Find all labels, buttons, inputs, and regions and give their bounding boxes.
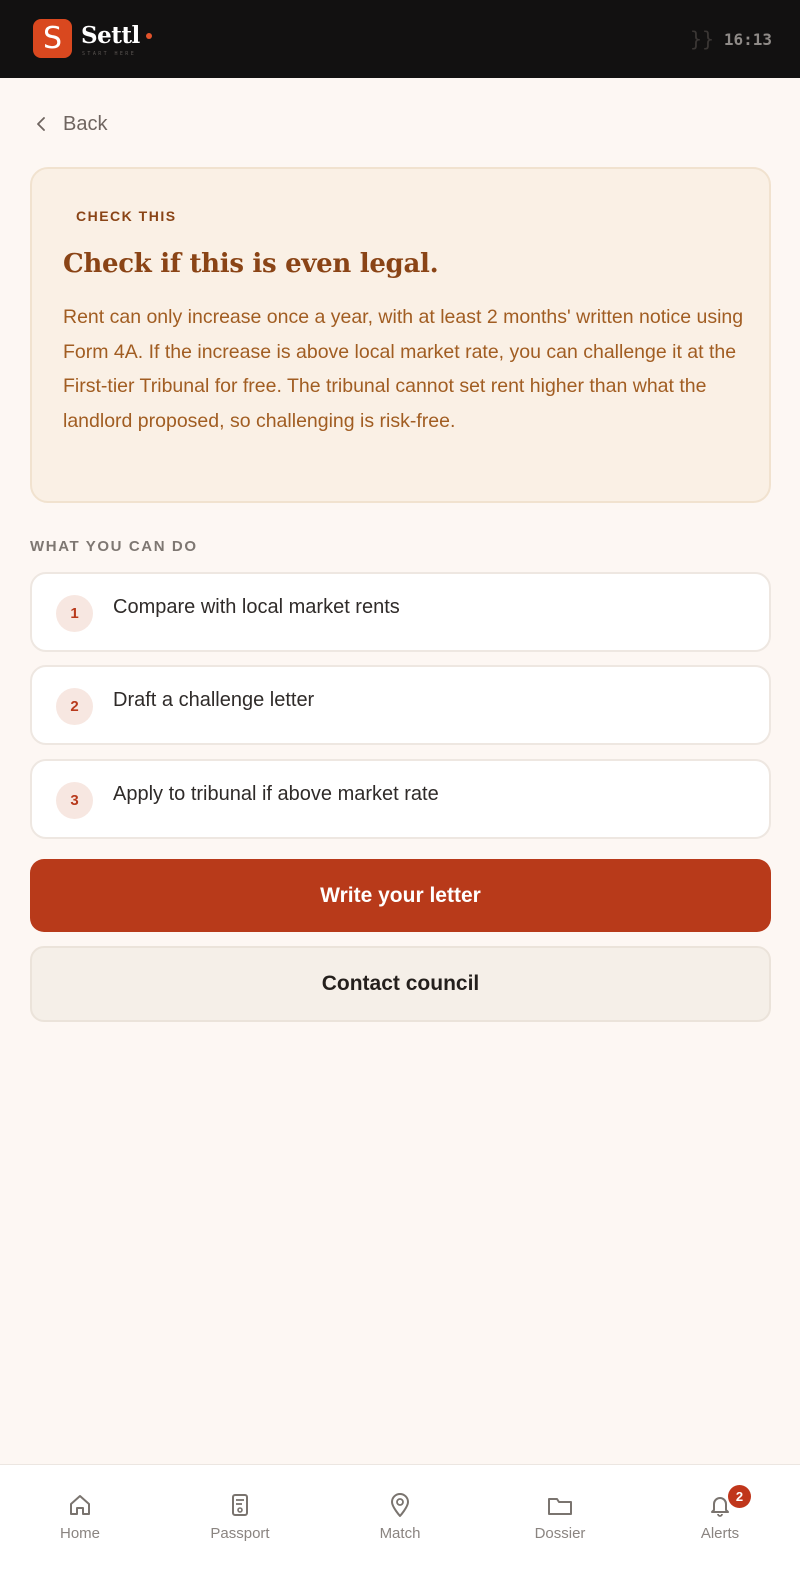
step-item-apply-tribunal[interactable]: 3 Apply to tribunal if above market rate bbox=[30, 759, 771, 839]
app-name: Settl bbox=[81, 22, 140, 49]
status-clock: 16:13 bbox=[723, 30, 772, 49]
tab-dossier[interactable]: Dossier bbox=[500, 1491, 620, 1555]
tab-label: Alerts bbox=[700, 1525, 740, 1542]
tab-home[interactable]: Home bbox=[20, 1491, 140, 1555]
alerts-badge: 2 bbox=[728, 1485, 751, 1508]
tab-label: Home bbox=[59, 1525, 100, 1542]
tab-label: Dossier bbox=[534, 1525, 586, 1542]
write-letter-button[interactable]: Write your letter bbox=[30, 859, 771, 932]
step-label: Compare with local market rents bbox=[113, 596, 400, 618]
step-item-draft-letter[interactable]: 2 Draft a challenge letter bbox=[30, 665, 771, 745]
tab-passport[interactable]: Passport bbox=[180, 1491, 300, 1555]
section-label: WHAT YOU CAN DO bbox=[30, 538, 198, 555]
top-bar: S Settl START HERE }} 16:13 bbox=[0, 0, 800, 78]
home-icon bbox=[70, 1495, 90, 1515]
step-label: Draft a challenge letter bbox=[113, 689, 315, 711]
app-tagline: START HERE bbox=[82, 51, 137, 57]
map-pin-icon bbox=[391, 1493, 409, 1517]
passport-icon bbox=[232, 1494, 248, 1516]
step-number: 2 bbox=[56, 688, 93, 725]
bottom-tab-bar: Home Passport Match Dossier 2 Alerts bbox=[0, 1464, 800, 1586]
tab-label: Match bbox=[379, 1525, 421, 1542]
folder-icon bbox=[548, 1498, 572, 1515]
back-button[interactable]: Back bbox=[33, 111, 107, 137]
contact-council-button[interactable]: Contact council bbox=[30, 946, 771, 1022]
step-number: 1 bbox=[56, 595, 93, 632]
card-body: Rent can only increase once a year, with… bbox=[63, 306, 744, 432]
step-item-compare-rents[interactable]: 1 Compare with local market rents bbox=[30, 572, 771, 652]
check-this-card: CHECK THIS Check if this is even legal. … bbox=[30, 167, 771, 503]
back-label: Back bbox=[63, 112, 108, 135]
chevron-left-icon bbox=[37, 117, 45, 131]
logo-dot bbox=[146, 33, 152, 39]
tab-label: Passport bbox=[210, 1525, 270, 1542]
step-label: Apply to tribunal if above market rate bbox=[113, 783, 439, 805]
tab-match[interactable]: Match bbox=[340, 1491, 460, 1555]
card-kicker: CHECK THIS bbox=[76, 208, 177, 224]
step-number: 3 bbox=[56, 782, 93, 819]
tab-alerts[interactable]: 2 Alerts bbox=[660, 1485, 780, 1555]
app-logo-mark: S bbox=[33, 19, 72, 58]
status-indicator: }} bbox=[690, 27, 715, 51]
card-title: Check if this is even legal. bbox=[63, 249, 439, 279]
